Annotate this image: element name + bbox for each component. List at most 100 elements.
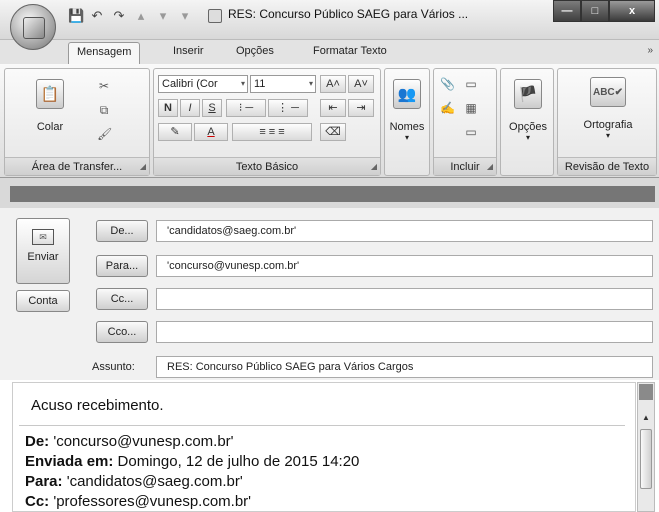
message-body[interactable]: Acuso recebimento. De: 'concurso@vunesp.… bbox=[12, 382, 636, 512]
tab-formatar-texto[interactable]: Formatar Texto bbox=[313, 45, 387, 57]
grow-font-button[interactable]: A˄ bbox=[320, 75, 346, 93]
clipboard-icon: 📋 bbox=[36, 79, 64, 109]
save-icon[interactable]: 💾 bbox=[68, 9, 84, 23]
dialog-launcher-icon[interactable]: ◢ bbox=[140, 162, 146, 171]
numbering-button[interactable]: ⋮ ─ bbox=[268, 99, 308, 117]
bcc-button[interactable]: Cco... bbox=[96, 321, 148, 343]
account-button[interactable]: Conta bbox=[16, 290, 70, 312]
body-separator bbox=[19, 425, 625, 426]
ribbon: 📋 Colar ✂ ⧉ 🖌 Área de Transfer... ◢ Cali… bbox=[0, 64, 659, 178]
chevron-down-icon: ▾ bbox=[240, 79, 245, 88]
from-button[interactable]: De... bbox=[96, 220, 148, 242]
clear-formatting-button[interactable]: ⌫ bbox=[320, 123, 346, 141]
window-title: RES: Concurso Público SAEG para Vários .… bbox=[228, 7, 469, 21]
body-to-label: Para: bbox=[25, 473, 63, 490]
calendar-icon[interactable]: ▦ bbox=[464, 101, 478, 115]
names-label: Nomes bbox=[389, 121, 425, 133]
basic-text-group-label: Texto Básico bbox=[154, 157, 380, 175]
office-button[interactable] bbox=[10, 4, 56, 50]
arrow-up-icon[interactable]: ▴ bbox=[134, 9, 148, 23]
body-cc-line: Cc: 'professores@vunesp.com.br' bbox=[25, 493, 251, 510]
align-buttons[interactable]: ≡ ≡ ≡ bbox=[232, 123, 312, 141]
arrow-down-icon[interactable]: ▾ bbox=[156, 9, 170, 23]
to-field[interactable]: 'concurso@vunesp.com.br' bbox=[156, 255, 653, 277]
chevron-down-icon: ▾ bbox=[525, 133, 530, 142]
attach-item-icon[interactable]: ✍ bbox=[440, 101, 455, 115]
ribbon-tabs: Mensagem Inserir Opções Formatar Texto » bbox=[0, 40, 659, 64]
cc-button[interactable]: Cc... bbox=[96, 288, 148, 310]
subject-field[interactable]: RES: Concurso Público SAEG para Vários C… bbox=[156, 356, 653, 378]
message-icon bbox=[208, 9, 222, 23]
spelling-button[interactable]: ABC✔ Ortografia ▾ bbox=[568, 77, 648, 140]
ribbon-chevron-icon[interactable]: » bbox=[647, 45, 653, 56]
italic-button[interactable]: I bbox=[180, 99, 200, 117]
body-sent-label: Enviada em: bbox=[25, 453, 114, 470]
increase-indent-button[interactable]: ⇥ bbox=[348, 99, 374, 117]
chevron-down-icon: ▾ bbox=[605, 131, 610, 140]
vertical-scrollbar[interactable]: ▲ bbox=[637, 382, 655, 512]
info-bar bbox=[0, 178, 659, 208]
font-size-combo[interactable]: 11 ▾ bbox=[250, 75, 316, 93]
tab-mensagem[interactable]: Mensagem bbox=[68, 42, 141, 64]
quick-access-toolbar: 💾 ↶ ↷ ▴ ▾ ▾ bbox=[68, 6, 192, 26]
format-painter-icon[interactable]: 🖌 bbox=[97, 127, 112, 141]
customize-toolbar-icon[interactable]: ▾ bbox=[178, 9, 192, 23]
bullets-button[interactable]: ⁝ ─ bbox=[226, 99, 266, 117]
info-bar-strip bbox=[10, 186, 655, 202]
signature-icon[interactable]: ▭ bbox=[464, 125, 478, 139]
bold-button[interactable]: N bbox=[158, 99, 178, 117]
font-name-combo[interactable]: Calibri (Cor ▾ bbox=[158, 75, 248, 93]
cut-icon[interactable]: ✂ bbox=[97, 79, 111, 93]
group-basic-text: Calibri (Cor ▾ 11 ▾ A˄ A˅ N I S ⁝ ─ ⋮ ─ … bbox=[153, 68, 381, 176]
body-to-line: Para: 'candidatos@saeg.com.br' bbox=[25, 473, 243, 490]
body-from-line: De: 'concurso@vunesp.com.br' bbox=[25, 433, 234, 450]
chevron-down-icon: ▾ bbox=[308, 79, 313, 88]
scroll-thumb[interactable] bbox=[640, 429, 652, 489]
body-cc-value: 'professores@vunesp.com.br' bbox=[49, 493, 252, 510]
maximize-button[interactable]: □ bbox=[581, 0, 609, 22]
attach-file-icon[interactable]: 📎 bbox=[440, 77, 455, 91]
shrink-font-button[interactable]: A˅ bbox=[348, 75, 374, 93]
font-color-button[interactable]: A bbox=[194, 123, 228, 141]
dialog-launcher-icon[interactable]: ◢ bbox=[371, 162, 377, 171]
highlight-button[interactable]: ✎ bbox=[158, 123, 192, 141]
tab-inserir[interactable]: Inserir bbox=[173, 45, 204, 57]
scroll-top-block bbox=[639, 384, 653, 400]
underline-button[interactable]: S bbox=[202, 99, 222, 117]
flag-icon: 🏴 bbox=[514, 79, 542, 109]
scroll-up-icon[interactable]: ▲ bbox=[639, 411, 653, 425]
group-options: 🏴 Opções ▾ bbox=[500, 68, 554, 176]
minimize-button[interactable]: — bbox=[553, 0, 581, 22]
body-from-label: De: bbox=[25, 433, 50, 450]
message-header: ✉ Enviar Conta De... 'candidatos@saeg.co… bbox=[0, 208, 659, 380]
names-button[interactable]: 👥 Nomes ▾ bbox=[387, 79, 427, 142]
cc-field[interactable] bbox=[156, 288, 653, 310]
undo-icon[interactable]: ↶ bbox=[90, 9, 104, 23]
to-button[interactable]: Para... bbox=[96, 255, 148, 277]
title-bar: 💾 ↶ ↷ ▴ ▾ ▾ RES: Concurso Público SAEG p… bbox=[0, 0, 659, 40]
dialog-launcher-icon[interactable]: ◢ bbox=[487, 162, 493, 171]
bcc-field[interactable] bbox=[156, 321, 653, 343]
font-name-value: Calibri (Cor bbox=[162, 78, 218, 90]
paste-button[interactable]: 📋 Colar bbox=[25, 79, 75, 133]
close-button[interactable]: x bbox=[609, 0, 655, 22]
body-cc-label: Cc: bbox=[25, 493, 50, 510]
proofing-group-label: Revisão de Texto bbox=[558, 157, 656, 175]
decrease-indent-button[interactable]: ⇤ bbox=[320, 99, 346, 117]
options-button[interactable]: 🏴 Opções ▾ bbox=[505, 79, 551, 142]
group-names: 👥 Nomes ▾ bbox=[384, 68, 430, 176]
tab-opcoes[interactable]: Opções bbox=[236, 45, 274, 57]
send-envelope-icon: ✉ bbox=[32, 229, 54, 245]
address-book-icon: 👥 bbox=[393, 79, 421, 109]
group-proofing: ABC✔ Ortografia ▾ Revisão de Texto bbox=[557, 68, 657, 176]
business-card-icon[interactable]: ▭ bbox=[464, 77, 478, 91]
body-sent-value: Domingo, 12 de julho de 2015 14:20 bbox=[113, 453, 360, 470]
from-field[interactable]: 'candidatos@saeg.com.br' bbox=[156, 220, 653, 242]
body-sent-line: Enviada em: Domingo, 12 de julho de 2015… bbox=[25, 453, 359, 470]
font-size-value: 11 bbox=[254, 78, 266, 90]
copy-icon[interactable]: ⧉ bbox=[97, 103, 111, 117]
group-include: 📎 ▭ ✍ ▦ ▭ Incluir ◢ bbox=[433, 68, 497, 176]
redo-icon[interactable]: ↷ bbox=[112, 9, 126, 23]
spelling-check-icon: ABC✔ bbox=[590, 77, 626, 107]
send-button[interactable]: ✉ Enviar bbox=[16, 218, 70, 284]
